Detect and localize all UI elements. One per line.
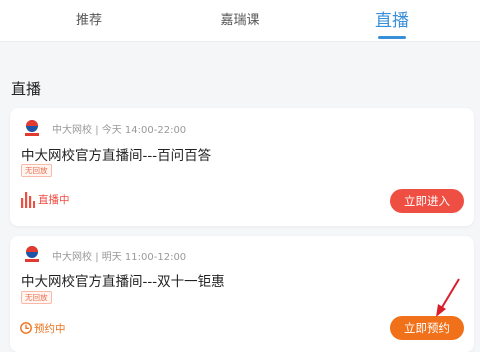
card-time: 今天 14:00-22:00 — [101, 125, 187, 136]
card-meta: 中大网校 | 今天 14:00-22:00 — [52, 121, 186, 136]
no-replay-tag: 无回放 — [21, 291, 52, 304]
tab-jiarui-course[interactable]: 嘉瑞课 — [210, 0, 270, 42]
enter-now-button[interactable]: 立即进入 — [390, 189, 464, 213]
card-org: 中大网校 — [52, 252, 92, 263]
tab-bar: 推荐 嘉瑞课 直播 — [0, 0, 480, 42]
card-meta: 中大网校 | 明天 11:00-12:00 — [52, 248, 186, 263]
card-org: 中大网校 — [52, 125, 92, 136]
reserve-status: 预约中 — [34, 323, 66, 335]
live-card[interactable]: 中大网校 | 今天 14:00-22:00 中大网校官方直播间---百问百答 无… — [10, 108, 474, 226]
no-replay-tag: 无回放 — [21, 164, 52, 177]
zhongda-logo-icon — [25, 120, 39, 136]
live-bars-icon — [21, 192, 35, 208]
card-title: 中大网校官方直播间---双十一钜惠 — [21, 274, 225, 290]
annotation-arrow-icon — [436, 278, 460, 317]
card-time: 明天 11:00-12:00 — [101, 252, 187, 263]
active-tab-indicator — [378, 36, 406, 39]
live-status: 直播中 — [38, 194, 70, 206]
tab-recommend[interactable]: 推荐 — [64, 0, 114, 42]
reserve-now-button[interactable]: 立即预约 — [390, 316, 464, 340]
card-title: 中大网校官方直播间---百问百答 — [21, 148, 212, 164]
clock-icon — [20, 322, 32, 334]
zhongda-logo-icon — [25, 246, 39, 262]
live-card[interactable]: 中大网校 | 明天 11:00-12:00 中大网校官方直播间---双十一钜惠 … — [10, 236, 474, 352]
section-title: 直播 — [11, 80, 42, 98]
